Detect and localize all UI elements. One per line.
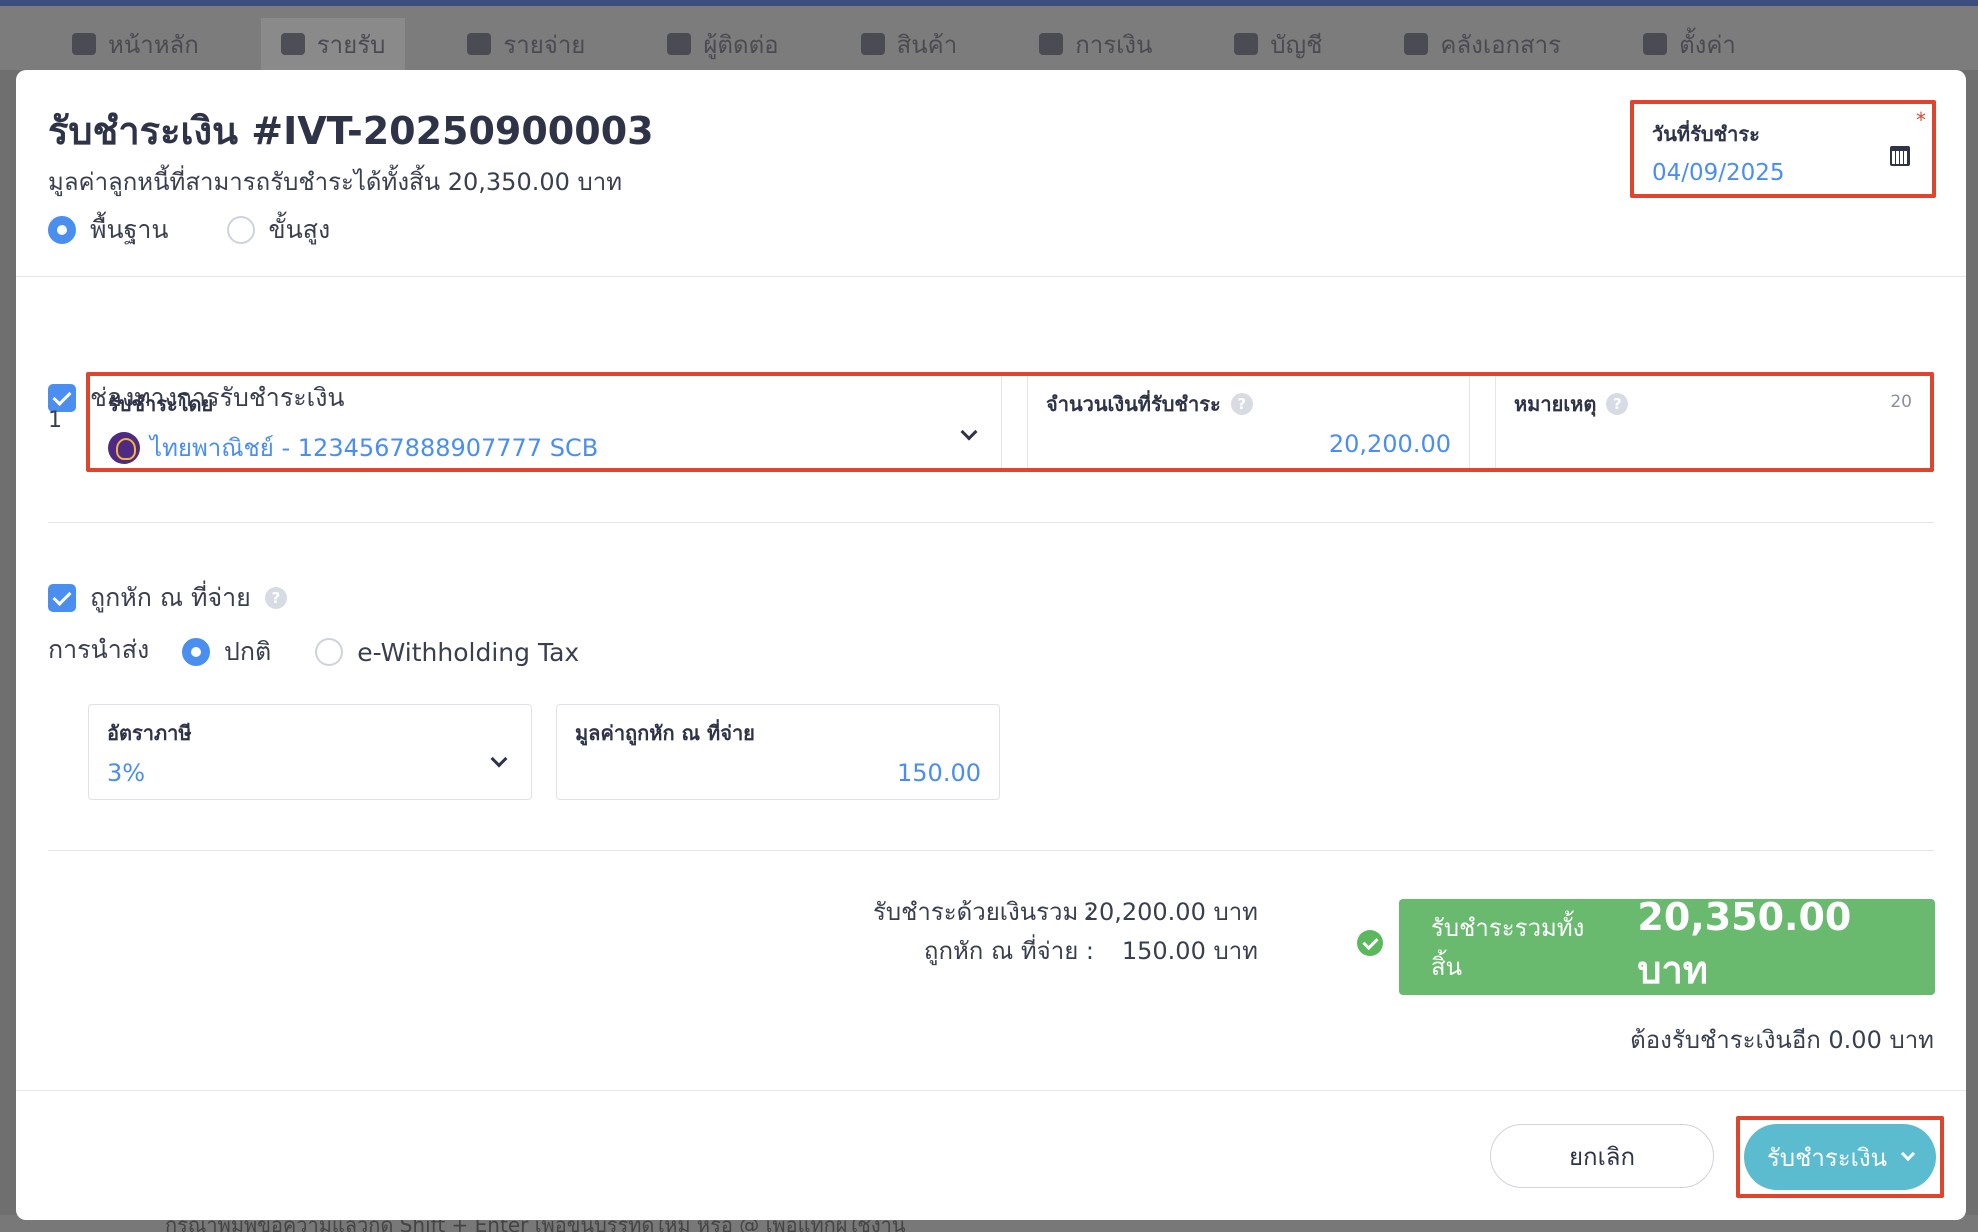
- nav-item-expense[interactable]: รายจ่าย: [447, 18, 605, 70]
- tax-rate-value: 3%: [107, 759, 146, 787]
- grand-total-panel: รับชำระรวมทั้งสิ้น 20,350.00 บาท: [1399, 895, 1935, 995]
- mode-selector: พื้นฐาน ขั้นสูง: [48, 210, 330, 250]
- tax-rate-label: อัตราภาษี: [107, 721, 192, 745]
- note-label: หมายเหตุ ?: [1514, 388, 1912, 420]
- note-field[interactable]: หมายเหตุ ? 20: [1496, 376, 1930, 468]
- receive-payment-button[interactable]: รับชำระเงิน: [1744, 1124, 1936, 1190]
- paid-total-label: รับชำระด้วยเงินรวม :: [872, 898, 1094, 926]
- footer-divider: [16, 1090, 1966, 1091]
- section-divider: [48, 850, 1934, 851]
- nav-label: ผู้ติดต่อ: [703, 30, 779, 59]
- dialog-title: รับชำระเงิน #IVT-20250900003: [48, 109, 654, 153]
- gear-icon: [1643, 33, 1668, 55]
- income-icon: [280, 33, 305, 55]
- nav-item-finance[interactable]: การเงิน: [1019, 18, 1172, 70]
- radio-checked-icon: [182, 638, 210, 666]
- nav-label: การเงิน: [1075, 30, 1153, 59]
- mode-advanced[interactable]: ขั้นสูง: [226, 210, 331, 250]
- payment-row: รับชำระโดย ไทยพาณิชย์ - 1234567888907777…: [86, 372, 1934, 472]
- payment-date-field[interactable]: วันที่รับชำระ 04/09/2025 *: [1630, 100, 1936, 198]
- app-nav-bar: หน้าหลัก รายรับ รายจ่าย ผู้ติดต่อ สินค้า…: [0, 6, 1978, 70]
- withheld-total-label: ถูกหัก ณ ที่จ่าย :: [923, 937, 1094, 965]
- note-label-text: หมายเหตุ: [1514, 392, 1597, 416]
- received-by-field[interactable]: รับชำระโดย ไทยพาณิชย์ - 1234567888907777…: [90, 376, 1002, 468]
- expense-icon: [467, 33, 492, 55]
- withheld-total-value: 150.00 บาท: [1121, 937, 1258, 965]
- amount-label-text: จำนวนเงินที่รับชำระ: [1046, 392, 1221, 416]
- amount-field[interactable]: จำนวนเงินที่รับชำระ ? 20,200.00: [1028, 376, 1470, 468]
- box-icon: [860, 33, 885, 55]
- ledger-icon: [1234, 33, 1259, 55]
- nav-label: หน้าหลัก: [108, 30, 199, 59]
- cancel-button[interactable]: ยกเลิก: [1490, 1124, 1714, 1188]
- received-by-value: ไทยพาณิชย์ - 1234567888907777 SCB: [150, 434, 599, 462]
- nav-item-contacts[interactable]: ผู้ติดต่อ: [647, 18, 798, 70]
- nav-label: บัญชี: [1270, 30, 1323, 59]
- submission-normal-label: ปกติ: [224, 637, 272, 666]
- submit-button-highlight: รับชำระเงิน: [1736, 1116, 1944, 1198]
- radio-checked-icon: [48, 216, 76, 244]
- scb-bank-icon: [108, 431, 140, 464]
- note-char-counter: 20: [1890, 392, 1912, 412]
- submission-normal[interactable]: ปกติ: [182, 632, 271, 672]
- checkbox-checked-icon[interactable]: [48, 584, 76, 612]
- mode-basic[interactable]: พื้นฐาน: [48, 210, 169, 250]
- field-spacer: [1470, 376, 1496, 468]
- dashboard-icon: [72, 33, 96, 55]
- receive-payment-button-label: รับชำระเงิน: [1767, 1143, 1887, 1172]
- withholding-toggle[interactable]: ถูกหัก ณ ที่จ่าย ?: [48, 578, 287, 618]
- submission-e-withholding[interactable]: e-Withholding Tax: [315, 638, 579, 667]
- field-spacer: [1002, 376, 1028, 468]
- nav-item-documents[interactable]: คลังเอกสาร: [1384, 18, 1581, 70]
- payment-date-label: วันที่รับชำระ: [1652, 122, 1760, 146]
- receivable-summary: มูลค่าลูกหนี้ที่สามารถรับชำระได้ทั้งสิ้น…: [48, 168, 623, 196]
- check-circle-icon: [1357, 930, 1383, 956]
- calendar-icon[interactable]: [1890, 146, 1910, 166]
- nav-label: คลังเอกสาร: [1440, 30, 1562, 59]
- grand-total-label: รับชำระรวมทั้งสิ้น: [1431, 914, 1585, 981]
- nav-item-accounting[interactable]: บัญชี: [1214, 18, 1342, 70]
- submission-label: การนำส่ง: [48, 635, 150, 664]
- help-icon[interactable]: ?: [264, 587, 287, 609]
- receive-payment-dialog: รับชำระเงิน #IVT-20250900003 มูลค่าลูกหน…: [16, 70, 1966, 1220]
- radio-unchecked-icon: [315, 638, 344, 666]
- money-icon: [1039, 33, 1064, 55]
- nav-label: สินค้า: [896, 30, 958, 59]
- nav-label: ตั้งค่า: [1679, 30, 1736, 59]
- payment-date-value[interactable]: 04/09/2025: [1652, 160, 1914, 186]
- help-icon[interactable]: ?: [1230, 393, 1253, 415]
- help-icon[interactable]: ?: [1606, 393, 1629, 415]
- received-by-select[interactable]: ไทยพาณิชย์ - 1234567888907777 SCB: [108, 428, 983, 467]
- withheld-amount-label: มูลค่าถูกหัก ณ ที่จ่าย: [575, 721, 755, 745]
- withholding-label: ถูกหัก ณ ที่จ่าย: [90, 583, 251, 612]
- received-by-label: รับชำระโดย: [108, 392, 214, 416]
- withheld-amount-value[interactable]: 150.00: [575, 759, 981, 787]
- mode-advanced-label: ขั้นสูง: [268, 215, 331, 244]
- nav-label: รายจ่าย: [503, 30, 586, 59]
- nav-item-settings[interactable]: ตั้งค่า: [1623, 18, 1756, 70]
- tax-rate-select[interactable]: อัตราภาษี 3%: [88, 704, 532, 800]
- submission-e-withholding-label: e-Withholding Tax: [357, 637, 580, 667]
- required-marker: *: [1916, 108, 1926, 132]
- nav-label: รายรับ: [316, 30, 386, 59]
- remaining-balance: ต้องรับชำระเงินอีก 0.00 บาท: [1630, 1026, 1934, 1054]
- grand-total-value: 20,350.00 บาท: [1637, 894, 1852, 992]
- building-icon: [667, 33, 692, 55]
- section-divider: [48, 522, 1934, 523]
- withheld-amount-field[interactable]: มูลค่าถูกหัก ณ ที่จ่าย 150.00: [556, 704, 1000, 800]
- row-number: 1: [48, 408, 62, 433]
- submission-selector: ปกติ e-Withholding Tax: [182, 632, 579, 672]
- mode-basic-label: พื้นฐาน: [90, 215, 169, 244]
- nav-item-income[interactable]: รายรับ: [260, 18, 406, 70]
- folder-icon: [1404, 33, 1429, 55]
- nav-item-home[interactable]: หน้าหลัก: [52, 18, 219, 70]
- radio-unchecked-icon: [226, 216, 255, 244]
- nav-item-products[interactable]: สินค้า: [841, 18, 978, 70]
- amount-value[interactable]: 20,200.00: [1046, 430, 1451, 458]
- amount-label: จำนวนเงินที่รับชำระ ?: [1046, 388, 1451, 420]
- dialog-header: รับชำระเงิน #IVT-20250900003 มูลค่าลูกหน…: [16, 70, 1966, 277]
- paid-total-value: 20,200.00 บาท: [1083, 898, 1258, 926]
- chevron-down-icon[interactable]: [1900, 1146, 1916, 1162]
